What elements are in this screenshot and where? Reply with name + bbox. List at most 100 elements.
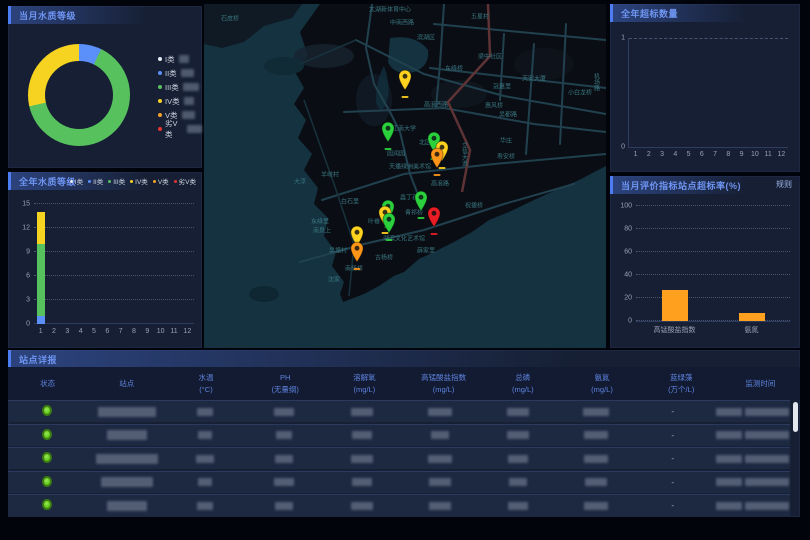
- value-redacted: [431, 431, 449, 439]
- y-axis-tick: 20: [624, 295, 632, 302]
- map-overlay: 石皮桥太湖新体育中心中南西路滨湖区五星村梁中社区东绛桥天安大厦冠嘉里小白龙桥机场…: [204, 4, 606, 348]
- legend-dot: [130, 180, 133, 183]
- map-place-label: 太湖新体育中心: [369, 5, 411, 14]
- value-redacted: [509, 478, 527, 486]
- value-cell: [164, 478, 242, 487]
- value-redacted: [275, 502, 293, 510]
- legend-item: III类: [108, 176, 125, 186]
- x-axis-tick: 5: [92, 328, 96, 335]
- legend-value-redacted: [183, 83, 199, 91]
- station-pin-yellow[interactable]: [398, 69, 413, 95]
- station-pin-green[interactable]: [381, 121, 396, 147]
- gridline: 80: [636, 228, 790, 229]
- gridline: 0: [636, 320, 790, 321]
- donut-chart[interactable]: [28, 44, 130, 146]
- time-redacted: [716, 455, 742, 463]
- legend-label: III类: [165, 82, 179, 93]
- value-cell: [321, 431, 399, 440]
- y-axis-tick: 0: [621, 144, 625, 151]
- table-row[interactable]: -: [8, 471, 790, 493]
- algae-cell: -: [634, 478, 712, 487]
- legend-dot: [158, 71, 162, 75]
- station-cell: [86, 407, 164, 417]
- panel-year-exceed: 全年超标数量 10123456789101112: [610, 4, 800, 172]
- rules-link[interactable]: 规则: [776, 176, 792, 194]
- panel-header: 当月水质等级: [8, 6, 202, 24]
- algae-cell: -: [634, 407, 712, 416]
- value-redacted: [352, 431, 372, 439]
- x-axis-tick: 3: [65, 328, 69, 335]
- map-place-label: 薛家里: [417, 246, 435, 255]
- table-row[interactable]: -: [8, 424, 790, 446]
- legend-item: 劣V类: [174, 176, 196, 186]
- stacked-bar-segment[interactable]: [37, 212, 45, 244]
- station-pin-green[interactable]: [382, 212, 397, 238]
- value-cell: [477, 431, 555, 440]
- y-axis-tick: 3: [26, 297, 30, 304]
- panel-header: 全年超标数量: [610, 4, 800, 22]
- status-ok-dot: [42, 476, 52, 487]
- rate-bar[interactable]: [662, 290, 688, 321]
- value-cell: [399, 478, 477, 487]
- y-axis-tick: 1: [621, 35, 625, 42]
- station-name-redacted: [107, 430, 147, 440]
- stacked-bar-segment[interactable]: [37, 244, 45, 316]
- column-header: 水温(°C): [166, 372, 245, 395]
- station-pin-orange[interactable]: [350, 241, 365, 267]
- donut-chart-area: I类II类III类IV类V类劣V类: [8, 24, 202, 168]
- x-axis-tick: 9: [145, 328, 149, 335]
- station-cell: [86, 430, 164, 440]
- time-redacted: [745, 478, 789, 486]
- map-place-label: 梁中社区: [478, 52, 502, 61]
- value-cell: [243, 478, 321, 487]
- legend-item: I类: [158, 52, 202, 66]
- status-cell: [8, 499, 86, 512]
- value-cell: [555, 501, 633, 510]
- x-axis-tick: 6: [700, 151, 704, 158]
- stacked-bar-segment[interactable]: [37, 316, 45, 324]
- x-axis-tick: 氨氮: [745, 325, 759, 335]
- algae-cell: -: [634, 501, 712, 510]
- column-header: 状态: [8, 378, 87, 389]
- value-cell: [399, 501, 477, 510]
- year-exceed-chart[interactable]: 10123456789101112: [628, 38, 788, 148]
- month-rate-chart[interactable]: 020406080100高锰酸盐指数氨氮: [636, 206, 790, 322]
- table-row[interactable]: -: [8, 447, 790, 469]
- x-axis-tick: 高锰酸盐指数: [654, 325, 696, 335]
- table-row[interactable]: -: [8, 494, 790, 516]
- legend-dot: [70, 180, 73, 183]
- value-redacted: [275, 455, 293, 463]
- rate-bar[interactable]: [739, 313, 765, 321]
- year-grade-chart[interactable]: 03691215123456789101112: [34, 204, 194, 324]
- gridline: 100: [636, 205, 790, 206]
- map-place-label: 华庄: [500, 136, 512, 145]
- time-redacted: [745, 408, 789, 416]
- panel-header: 当月评价指标站点超标率(%) 规则: [610, 176, 800, 194]
- value-cell: [243, 501, 321, 510]
- x-axis-tick: 9: [740, 151, 744, 158]
- station-pin-orange[interactable]: [430, 147, 445, 173]
- map-place-label: 吴都路: [499, 110, 517, 119]
- map[interactable]: 石皮桥太湖新体育中心中南西路滨湖区五星村梁中社区东绛桥天安大厦冠嘉里小白龙桥机场…: [204, 4, 606, 348]
- station-name-redacted: [98, 407, 156, 417]
- time-redacted: [716, 478, 742, 486]
- station-pin-red[interactable]: [427, 206, 442, 232]
- map-place-label: 天播绿洲美术馆: [389, 162, 431, 171]
- station-cell: [86, 454, 164, 464]
- value-redacted: [508, 502, 528, 510]
- map-place-label: 沈家: [328, 275, 340, 284]
- map-place-label: 古杨桥: [375, 253, 393, 262]
- map-place-label: 高浪路: [431, 179, 449, 188]
- x-axis-tick: 11: [764, 151, 771, 158]
- table-scrollbar[interactable]: [793, 402, 798, 432]
- map-place-label: 石皮桥: [221, 14, 239, 23]
- value-redacted: [274, 478, 294, 486]
- value-cell: [555, 454, 633, 463]
- gridline: 9: [34, 251, 194, 252]
- table-row[interactable]: -: [8, 400, 790, 422]
- x-axis-tick: 10: [157, 328, 165, 335]
- x-axis-tick: 6: [105, 328, 109, 335]
- value-redacted: [198, 431, 212, 439]
- time-cell: [712, 431, 790, 440]
- pin-shadow: [431, 233, 438, 235]
